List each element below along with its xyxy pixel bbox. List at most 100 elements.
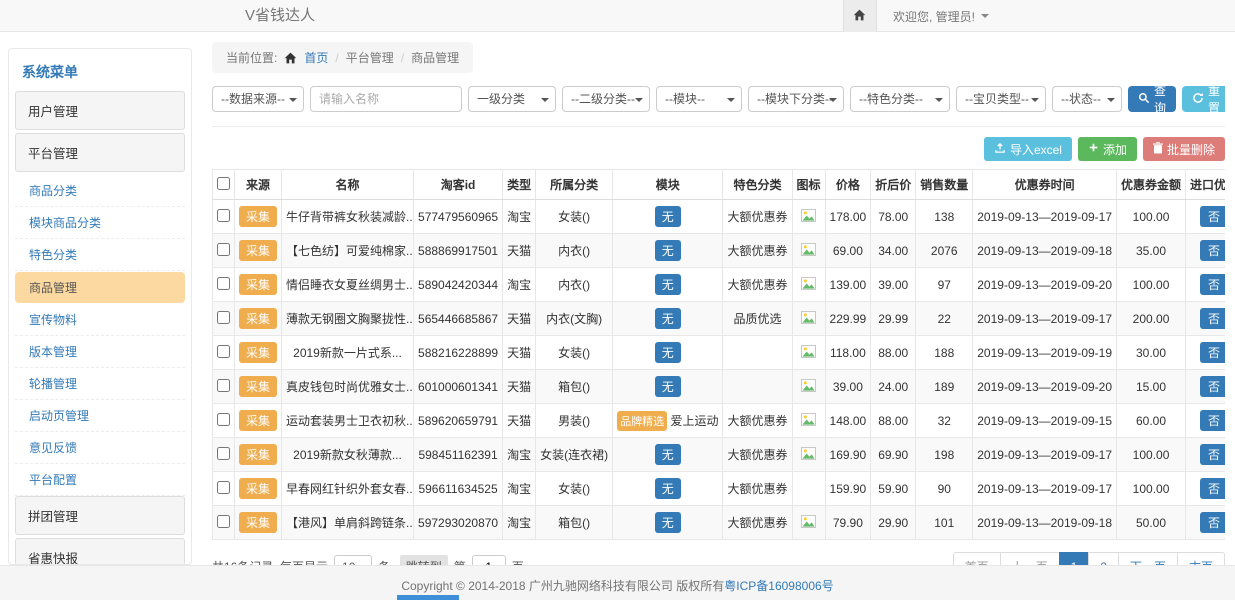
prev-page-button[interactable]: 上一页 [1000,552,1060,565]
import-toggle-button[interactable]: 否 [1200,342,1225,363]
sidebar-item-platform-management[interactable]: 平台管理 [15,133,185,172]
category-cell: 箱包() [536,506,613,540]
category-cell: 女装() [536,472,613,506]
row-checkbox[interactable] [217,243,230,256]
row-checkbox[interactable] [217,209,230,222]
jump-button[interactable]: 跳转到 [400,555,448,565]
sidebar-item-promo-material[interactable]: 宣传物料 [15,304,185,336]
next-page-button[interactable]: 下一页 [1118,552,1178,565]
sidebar-item-featured-category[interactable]: 特色分类 [15,239,185,271]
user-dropdown[interactable]: 欢迎您, 管理员! [877,0,1005,32]
module-badge[interactable]: 无 [655,206,681,227]
batch-delete-button[interactable]: 批量删除 [1143,137,1225,161]
row-select-cell [213,404,235,438]
module-badge[interactable]: 无 [655,376,681,397]
import-toggle-button[interactable]: 否 [1200,444,1225,465]
column-header-type: 类型 [503,170,536,200]
sidebar-item-splash-page-management[interactable]: 启动页管理 [15,400,185,432]
name-search-input[interactable] [310,86,462,112]
sidebar-item-goods-management[interactable]: 商品管理 [15,272,185,303]
status-select[interactable]: --状态-- [1052,86,1122,112]
reset-button[interactable]: 重置 [1182,86,1225,112]
table-row: 采集2019新款女秋薄款...598451162391淘宝女装(连衣裙)无大额优… [213,438,1226,472]
sidebar-item-version-management[interactable]: 版本管理 [15,336,185,368]
product-thumbnail-icon [801,381,816,395]
row-checkbox[interactable] [217,379,230,392]
import-toggle-button[interactable]: 否 [1200,512,1225,533]
taoke-id: 596611634525 [418,482,497,496]
per-page-select[interactable]: 10 [334,555,372,566]
page-number-input[interactable] [472,555,506,566]
first-page-button[interactable]: 首页 [953,552,1001,565]
row-checkbox[interactable] [217,515,230,528]
product-type: 淘宝 [507,210,531,224]
row-select-cell [213,268,235,302]
import-toggle-button[interactable]: 否 [1200,478,1225,499]
import-toggle-button[interactable]: 否 [1200,206,1225,227]
import-toggle-button[interactable]: 否 [1200,240,1225,261]
taoke-id: 588869917501 [418,244,498,258]
add-button[interactable]: 添加 [1078,137,1137,161]
import-toggle-button[interactable]: 否 [1200,376,1225,397]
module-badge[interactable]: 无 [655,274,681,295]
module-badge[interactable]: 无 [655,444,681,465]
sidebar-item-user-management[interactable]: 用户管理 [15,91,185,130]
module-badge[interactable]: 无 [655,512,681,533]
category-cell: 箱包() [536,370,613,404]
row-checkbox[interactable] [217,311,230,324]
coupon-amount-cell: 100.00 [1117,200,1186,234]
price-cell: 148.00 [825,404,871,438]
home-button[interactable] [843,0,877,32]
source-badge: 采集 [239,274,277,295]
data-source-select[interactable]: --数据来源-- [212,86,304,112]
sidebar-item-group-buy-management[interactable]: 拼团管理 [15,496,185,535]
coupon-amount: 35.00 [1136,244,1166,258]
product-category: 内衣(文胸) [546,312,602,326]
module-subcategory-select[interactable]: --模块下分类-- [748,86,844,112]
sidebar-item-platform-config[interactable]: 平台配置 [15,464,185,496]
module-badge[interactable]: 无 [655,478,681,499]
module-badge[interactable]: 无 [655,240,681,261]
select-all-checkbox[interactable] [217,177,230,190]
row-checkbox[interactable] [217,413,230,426]
module-badge[interactable]: 无 [655,342,681,363]
sidebar-item-module-goods-category[interactable]: 模块商品分类 [15,207,185,239]
row-checkbox[interactable] [217,345,230,358]
sidebar-item-feedback[interactable]: 意见反馈 [15,432,185,464]
query-button[interactable]: 查询 [1128,86,1176,112]
row-checkbox[interactable] [217,447,230,460]
sidebar-item-carousel-management[interactable]: 轮播管理 [15,368,185,400]
import-toggle-button[interactable]: 否 [1200,274,1225,295]
product-name: 2019新款一片式系... [293,346,402,360]
breadcrumb-home-link[interactable]: 首页 [304,49,328,66]
name-cell: 【港风】单肩斜跨链条... [282,506,414,540]
module-select[interactable]: --模块-- [656,86,742,112]
sidebar-item-goods-category[interactable]: 商品分类 [15,175,185,207]
module-badge[interactable]: 无 [655,308,681,329]
sales-count: 97 [938,278,951,292]
import-toggle-button[interactable]: 否 [1200,308,1225,329]
coupon-time: 2019-09-13—2019-09-20 [977,380,1112,394]
column-header-category: 所属分类 [536,170,613,200]
level2-category-select[interactable]: --二级分类-- [562,86,650,112]
discount-price-cell: 39.00 [871,268,916,302]
level1-category-select[interactable]: 一级分类 [468,86,556,112]
page-2-button[interactable]: 2 [1088,552,1119,565]
import-excel-button[interactable]: 导入excel [984,137,1072,161]
item-type-select[interactable]: --宝贝类型-- [956,86,1046,112]
divider [212,126,1225,127]
price-value: 148.00 [830,414,867,428]
icp-link[interactable]: 粤ICP备16098006号 [724,579,833,593]
page-1-button[interactable]: 1 [1059,552,1090,565]
row-checkbox[interactable] [217,277,230,290]
last-page-button[interactable]: 末页 [1177,552,1225,565]
product-thumbnail-icon [801,449,816,463]
name-cell: 2019新款女秋薄款... [282,438,414,472]
sidebar-item-saving-express[interactable]: 省惠快报 [15,538,185,565]
featured-category-select[interactable]: --特色分类-- [850,86,950,112]
row-checkbox[interactable] [217,481,230,494]
module-badge[interactable]: 品牌精选 [617,411,667,431]
featured-category-label: 大额优惠券 [727,414,787,428]
import-toggle-button[interactable]: 否 [1200,410,1225,431]
coupon-time: 2019-09-13—2019-09-17 [977,210,1112,224]
